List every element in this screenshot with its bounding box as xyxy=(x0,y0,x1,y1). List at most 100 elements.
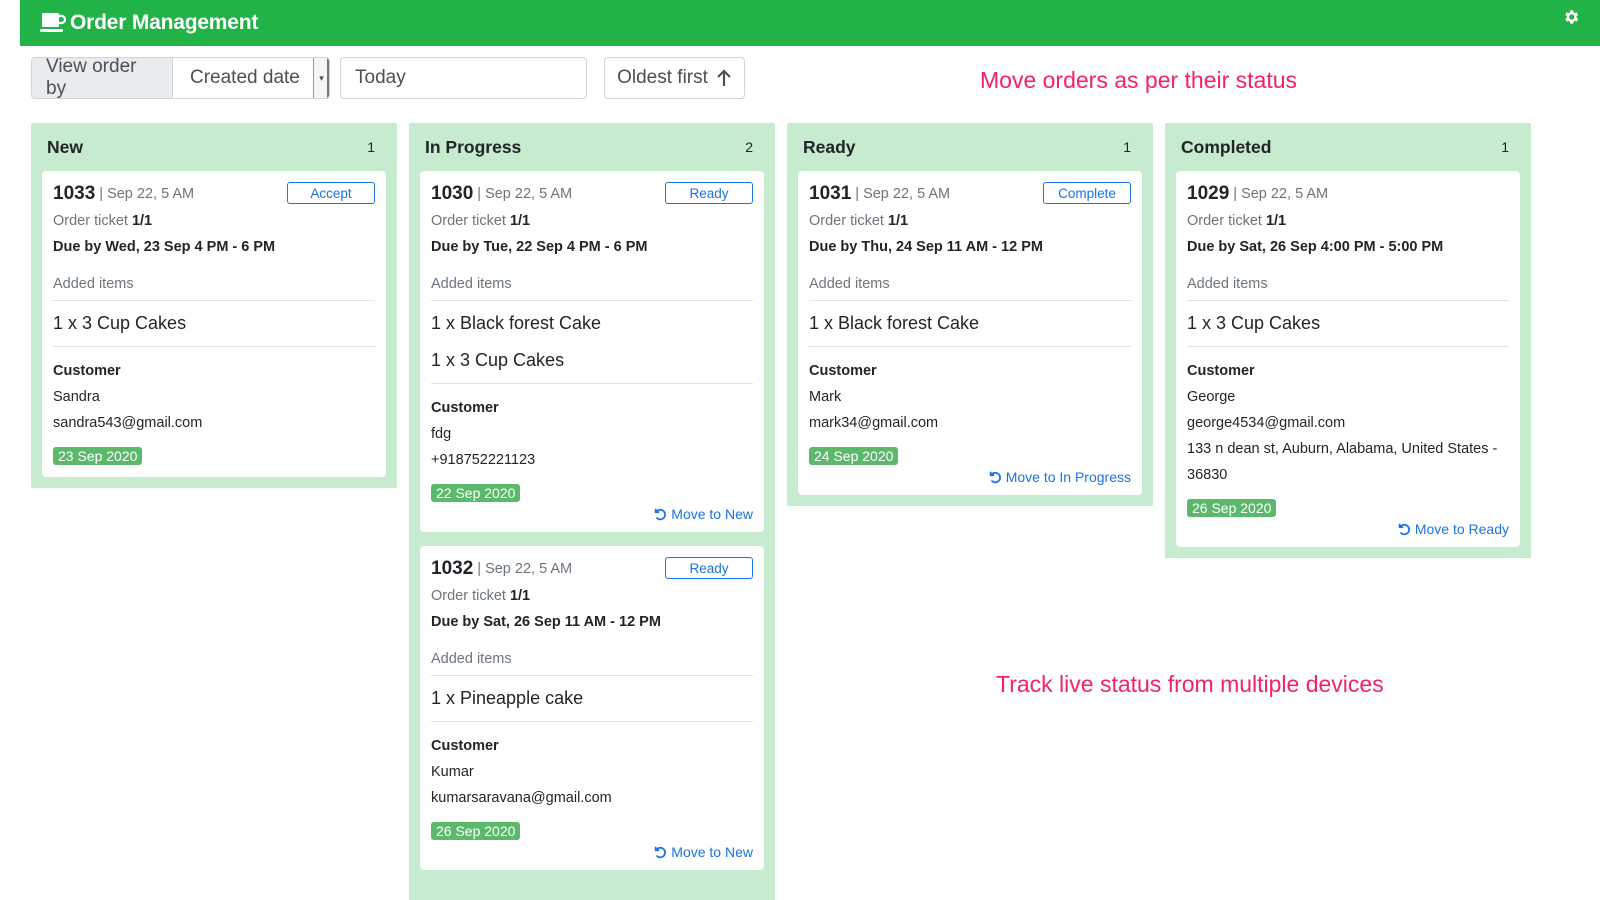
due-time: Due by Tue, 22 Sep 4 PM - 6 PM xyxy=(431,239,648,255)
order-id: 1032 xyxy=(431,558,474,579)
customer-contact: george4534@gmail.com xyxy=(1187,415,1346,431)
customer-name: Sandra xyxy=(53,389,100,405)
complete-button[interactable]: Complete xyxy=(1043,182,1131,204)
customer-name: George xyxy=(1187,389,1236,405)
date-badge: 26 Sep 2020 xyxy=(1187,499,1277,517)
order-ticket: Order ticket 1/1 xyxy=(53,213,153,229)
column-completed: Completed 1 1029 | Sep 22, 5 AM Order tic… xyxy=(1165,123,1531,558)
list-item: 1 x Black forest Cake xyxy=(809,313,980,333)
column-header: New 1 xyxy=(42,123,386,171)
items-list: 1 x 3 Cup Cakes xyxy=(1187,301,1509,347)
items-list: 1 x Black forest Cake 1 x 3 Cup Cakes xyxy=(431,301,753,384)
items-label: Added items xyxy=(1187,271,1509,301)
view-order-select[interactable]: Created date ▾ xyxy=(173,58,329,98)
column-ready: Ready 1 1031 | Sep 22, 5 AM Complete Orde… xyxy=(787,123,1153,506)
items-label: Added items xyxy=(53,271,375,301)
date-badge: 26 Sep 2020 xyxy=(431,822,521,840)
accept-button[interactable]: Accept xyxy=(287,182,375,204)
column-title: New xyxy=(47,136,83,157)
order-time: | Sep 22, 5 AM xyxy=(477,186,573,202)
column-count: 1 xyxy=(367,139,375,155)
column-title: Ready xyxy=(803,136,856,157)
list-item: 1 x 3 Cup Cakes xyxy=(53,313,187,333)
move-to-in-progress-link[interactable]: Move to In Progress xyxy=(809,469,1131,485)
list-item: 1 x 3 Cup Cakes xyxy=(1187,313,1321,333)
date-badge: 24 Sep 2020 xyxy=(809,447,899,465)
promo-note-status: Move orders as per their status xyxy=(980,67,1298,93)
items-list: 1 x 3 Cup Cakes xyxy=(53,301,375,347)
move-to-new-link[interactable]: Move to New xyxy=(431,506,753,522)
customer-contact: mark34@gmail.com xyxy=(809,415,939,431)
order-time: | Sep 22, 5 AM xyxy=(855,186,951,202)
order-id: 1033 xyxy=(53,183,96,204)
move-to-ready-link[interactable]: Move to Ready xyxy=(1187,521,1509,537)
items-list: 1 x Black forest Cake xyxy=(809,301,1131,347)
column-in-progress: In Progress 2 1030 | Sep 22, 5 AM Ready O… xyxy=(409,123,775,900)
list-item: 1 x 3 Cup Cakes xyxy=(431,350,565,370)
order-ticket: Order ticket 1/1 xyxy=(1187,213,1287,229)
page-title: Order Management xyxy=(70,11,259,34)
column-count: 1 xyxy=(1123,139,1131,155)
undo-icon xyxy=(1398,523,1410,536)
customer-name: Kumar xyxy=(431,764,474,780)
column-header: Completed 1 xyxy=(1176,123,1520,171)
customer-label: Customer xyxy=(431,738,499,754)
column-title: Completed xyxy=(1181,136,1272,157)
order-card[interactable]: 1030 | Sep 22, 5 AM Ready Order ticket 1/… xyxy=(420,171,764,532)
customer-label: Customer xyxy=(53,363,121,379)
customer-label: Customer xyxy=(1187,363,1255,379)
items-list: 1 x Pineapple cake xyxy=(431,676,753,722)
date-badge: 23 Sep 2020 xyxy=(53,447,143,465)
list-item: 1 x Black forest Cake xyxy=(431,313,602,333)
date-badge: 22 Sep 2020 xyxy=(431,484,521,502)
customer-label: Customer xyxy=(809,363,877,379)
order-time: | Sep 22, 5 AM xyxy=(99,186,195,202)
date-filter-input[interactable] xyxy=(340,57,587,99)
column-header: In Progress 2 xyxy=(420,123,764,171)
gear-icon[interactable] xyxy=(1562,8,1580,26)
undo-icon xyxy=(989,471,1001,484)
customer-address: 133 n dean st, Auburn, Alabama, United S… xyxy=(1187,441,1498,457)
undo-icon xyxy=(655,846,667,859)
customer-name: Mark xyxy=(809,389,842,405)
items-label: Added items xyxy=(809,271,1131,301)
order-time: | Sep 22, 5 AM xyxy=(1233,186,1329,202)
order-card[interactable]: 1033 | Sep 22, 5 AM Accept Order ticket 1… xyxy=(42,171,386,477)
order-ticket: Order ticket 1/1 xyxy=(431,213,531,229)
list-item: 1 x Pineapple cake xyxy=(431,688,584,708)
order-card[interactable]: 1029 | Sep 22, 5 AM Order ticket 1/1 Due … xyxy=(1176,171,1520,547)
move-to-new-link[interactable]: Move to New xyxy=(431,844,753,860)
ready-button[interactable]: Ready xyxy=(665,182,753,204)
due-time: Due by Wed, 23 Sep 4 PM - 6 PM xyxy=(53,239,276,255)
due-time: Due by Thu, 24 Sep 11 AM - 12 PM xyxy=(809,239,1043,255)
order-id: 1030 xyxy=(431,183,474,204)
sort-label: Oldest first xyxy=(617,67,708,88)
order-time: | Sep 22, 5 AM xyxy=(477,561,573,577)
promo-note-live: Track live status from multiple devices xyxy=(996,671,1384,697)
customer-name: fdg xyxy=(431,426,452,442)
column-count: 1 xyxy=(1501,139,1509,155)
due-time: Due by Sat, 26 Sep 4:00 PM - 5:00 PM xyxy=(1187,239,1444,255)
undo-icon xyxy=(655,508,667,521)
customer-label: Customer xyxy=(431,400,499,416)
customer-contact: +918752221123 xyxy=(431,452,536,468)
order-ticket: Order ticket 1/1 xyxy=(809,213,909,229)
arrow-up-icon xyxy=(717,69,731,86)
customer-zip: 36830 xyxy=(1187,467,1228,483)
column-count: 2 xyxy=(745,139,753,155)
app-header: Order Management xyxy=(20,0,1600,46)
ready-button[interactable]: Ready xyxy=(665,557,753,579)
brand[interactable]: Order Management xyxy=(40,11,258,35)
caret-down-icon[interactable]: ▾ xyxy=(313,58,329,98)
view-order-group: View order by Created date ▾ xyxy=(31,57,330,99)
sort-button[interactable]: Oldest first xyxy=(604,57,745,99)
order-card[interactable]: 1032 | Sep 22, 5 AM Ready Order ticket 1/… xyxy=(420,546,764,870)
order-card[interactable]: 1031 | Sep 22, 5 AM Complete Order ticket… xyxy=(798,171,1142,495)
view-order-label: View order by xyxy=(32,58,173,98)
order-id: 1029 xyxy=(1187,183,1230,204)
due-time: Due by Sat, 26 Sep 11 AM - 12 PM xyxy=(431,614,661,630)
order-id: 1031 xyxy=(809,183,852,204)
coffee-cup-icon xyxy=(40,13,66,32)
customer-contact: sandra543@gmail.com xyxy=(53,415,203,431)
customer-contact: kumarsaravana@gmail.com xyxy=(431,790,612,806)
